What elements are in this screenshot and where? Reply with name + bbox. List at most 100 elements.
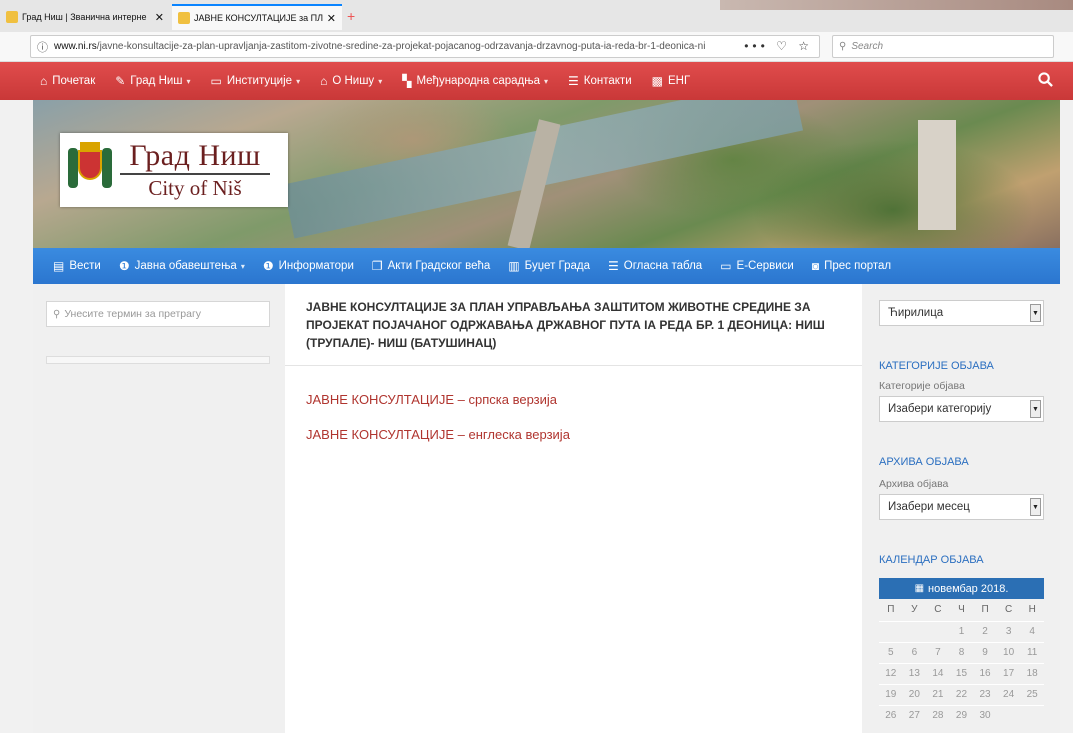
nav-item-contacts[interactable]: ☰ Контакти bbox=[568, 74, 632, 88]
new-tab-button[interactable]: + bbox=[347, 8, 355, 24]
bar-chart-icon: ▥ bbox=[508, 259, 520, 273]
weekday-label: Ч bbox=[958, 604, 965, 616]
calendar-day: 18 bbox=[1020, 662, 1044, 684]
calendar-day: 13 bbox=[902, 662, 927, 684]
secondary-nav: ▤ Вести ❶ Јавна обавештења ▾ ❶ Информатори ❐… bbox=[33, 248, 1060, 284]
site-logo[interactable]: Град Ниш City of Niš bbox=[60, 133, 288, 207]
briefcase-icon: ▭ bbox=[210, 74, 222, 88]
favicon-icon bbox=[178, 12, 190, 24]
close-tab-icon[interactable]: ✕ bbox=[155, 11, 164, 24]
browser-tab-1[interactable]: Град Ниш | Званична интерне ✕ bbox=[0, 4, 170, 30]
calendar-day: 22 bbox=[949, 683, 974, 705]
calendar-day bbox=[902, 620, 927, 642]
info-icon[interactable]: ⓘ bbox=[37, 39, 48, 55]
logo-subtitle: City of Niš bbox=[148, 176, 242, 200]
nav-label: Контакти bbox=[583, 75, 632, 87]
bank-icon: ⌂ bbox=[320, 74, 328, 88]
blurred-region bbox=[720, 0, 1073, 10]
search-icon: ⚲ bbox=[839, 41, 847, 52]
calendar-day: 20 bbox=[902, 683, 927, 705]
address-bar[interactable]: ⓘ www.ni.rs /javne-konsultacije-za-plan-… bbox=[30, 35, 820, 58]
nav-item-about[interactable]: ⌂ О Нишу ▾ bbox=[320, 74, 382, 88]
nav-item-institutions[interactable]: ▭ Институције ▾ bbox=[211, 74, 301, 88]
calendar-day: 16 bbox=[973, 662, 997, 684]
nav-item-notice-board[interactable]: ☰ Огласна табла bbox=[608, 259, 702, 273]
nav-label: Град Ниш bbox=[130, 75, 183, 87]
dropdown-arrow-icon: ▼ bbox=[1030, 304, 1041, 322]
archive-heading: АРХИВА ОБЈАВА bbox=[879, 456, 969, 468]
site-search-input[interactable]: ⚲ Унесите термин за претрагу bbox=[46, 301, 270, 327]
calendar-day bbox=[1020, 704, 1044, 726]
home-icon: ⌂ bbox=[40, 74, 48, 88]
nav-item-informators[interactable]: ❶ Информатори bbox=[263, 259, 354, 273]
browser-tab-2[interactable]: ЈАВНЕ КОНСУЛТАЦИЈЕ за ПЛ ✕ bbox=[172, 4, 342, 30]
chevron-down-icon: ▾ bbox=[378, 76, 383, 86]
handshake-icon: ▚ bbox=[402, 74, 412, 88]
page-title: ЈАВНЕ КОНСУЛТАЦИЈЕ ЗА ПЛАН УПРАВЉАЊА ЗАШ… bbox=[306, 300, 825, 350]
calendar-day bbox=[926, 620, 950, 642]
banner-tower bbox=[918, 120, 956, 230]
calendar-day: 7 bbox=[926, 641, 950, 663]
link-serbian-version[interactable]: ЈАВНЕ КОНСУЛТАЦИЈЕ – српска верзија bbox=[306, 392, 557, 407]
nav-item-public-notices[interactable]: ❶ Јавна обавештења ▾ bbox=[119, 259, 245, 273]
divider bbox=[285, 365, 862, 366]
calendar-day: 14 bbox=[926, 662, 950, 684]
archive-label: Архива објава bbox=[879, 478, 949, 490]
page-actions[interactable]: ••• ♡ ☆ bbox=[744, 39, 813, 53]
nav-item-budget[interactable]: ▥ Буџет Града bbox=[508, 259, 590, 273]
page-container: Град Ниш City of Niš ▤ Вести ❶ Јавна обаве… bbox=[33, 100, 1060, 733]
calendar-day: 23 bbox=[973, 683, 997, 705]
categories-select[interactable]: Изабери категорију ▼ bbox=[879, 396, 1044, 422]
archive-select-value: Изабери месец bbox=[888, 501, 970, 513]
chevron-down-icon: ▾ bbox=[186, 76, 191, 86]
script-select[interactable]: Ћирилица ▼ bbox=[879, 300, 1044, 326]
close-tab-icon[interactable]: ✕ bbox=[327, 12, 336, 25]
archive-select[interactable]: Изабери месец ▼ bbox=[879, 494, 1044, 520]
calendar-day: 24 bbox=[996, 683, 1021, 705]
nav-item-e-services[interactable]: ▭ Е-Сервиси bbox=[720, 259, 794, 273]
nav-label: Буџет Града bbox=[524, 260, 591, 272]
dropdown-arrow-icon: ▼ bbox=[1030, 498, 1041, 516]
weekday-label: С bbox=[934, 604, 942, 616]
calendar-day: 6 bbox=[902, 641, 927, 663]
nav-label: О Нишу bbox=[332, 75, 375, 87]
search-placeholder: Унесите термин за претрагу bbox=[64, 308, 202, 320]
nav-item-council-acts[interactable]: ❐ Акти Градског већа bbox=[372, 259, 490, 273]
coat-of-arms-icon bbox=[68, 140, 112, 200]
script-select-value: Ћирилица bbox=[888, 307, 944, 319]
favicon-icon bbox=[6, 11, 18, 23]
nav-item-city[interactable]: ✎ Град Ниш ▾ bbox=[115, 74, 190, 88]
calendar-day: 19 bbox=[879, 683, 903, 705]
search-icon[interactable] bbox=[1038, 72, 1053, 91]
calendar-day bbox=[879, 620, 903, 642]
calendar-week: 1 2 3 4 bbox=[879, 620, 1044, 642]
nav-label: Е-Сервиси bbox=[736, 260, 794, 272]
nav-item-international[interactable]: ▚ Међународна сарадња ▾ bbox=[402, 74, 548, 88]
left-sidebar: ⚲ Унесите термин за претрагу bbox=[33, 284, 285, 733]
calendar-day: 17 bbox=[996, 662, 1021, 684]
nav-label: Огласна табла bbox=[623, 260, 703, 272]
categories-select-value: Изабери категорију bbox=[888, 403, 992, 415]
nav-item-home[interactable]: ⌂ Почетак bbox=[40, 74, 95, 88]
browser-tab-strip: Град Ниш | Званична интерне ✕ ЈАВНЕ КОНС… bbox=[0, 0, 1073, 32]
calendar-day: 29 bbox=[949, 704, 974, 726]
search-placeholder: Search bbox=[851, 41, 884, 52]
calendar-heading: КАЛЕНДАР ОБЈАВА bbox=[879, 554, 984, 566]
nav-label: Акти Градског већа bbox=[387, 260, 491, 272]
nav-item-news[interactable]: ▤ Вести bbox=[53, 259, 101, 273]
tab-title: Град Ниш | Званична интерне bbox=[22, 12, 147, 22]
categories-heading: КАТЕГОРИЈЕ ОБЈАВА bbox=[879, 360, 994, 372]
categories-label: Категорије објава bbox=[879, 380, 965, 392]
nav-item-english[interactable]: ▩ ЕНГ bbox=[652, 74, 691, 88]
calendar-week: 19 20 21 22 23 24 25 bbox=[879, 683, 1044, 705]
calendar-day: 30 bbox=[973, 704, 997, 726]
calendar-week: 5 6 7 8 9 10 11 bbox=[879, 641, 1044, 663]
nav-item-press-portal[interactable]: ◙ Прес портал bbox=[812, 259, 891, 273]
right-sidebar: Ћирилица ▼ КАТЕГОРИЈЕ ОБЈАВА Категорије … bbox=[862, 284, 1060, 733]
link-english-version[interactable]: ЈАВНЕ КОНСУЛТАЦИЈЕ – енглеска верзија bbox=[306, 427, 570, 442]
calendar-day: 12 bbox=[879, 662, 903, 684]
calendar-week: 26 27 28 29 30 bbox=[879, 704, 1044, 726]
header-banner-image: Град Ниш City of Niš bbox=[33, 100, 1060, 248]
info-icon: ❶ bbox=[262, 259, 274, 273]
browser-search-input[interactable]: ⚲ Search bbox=[832, 35, 1054, 58]
